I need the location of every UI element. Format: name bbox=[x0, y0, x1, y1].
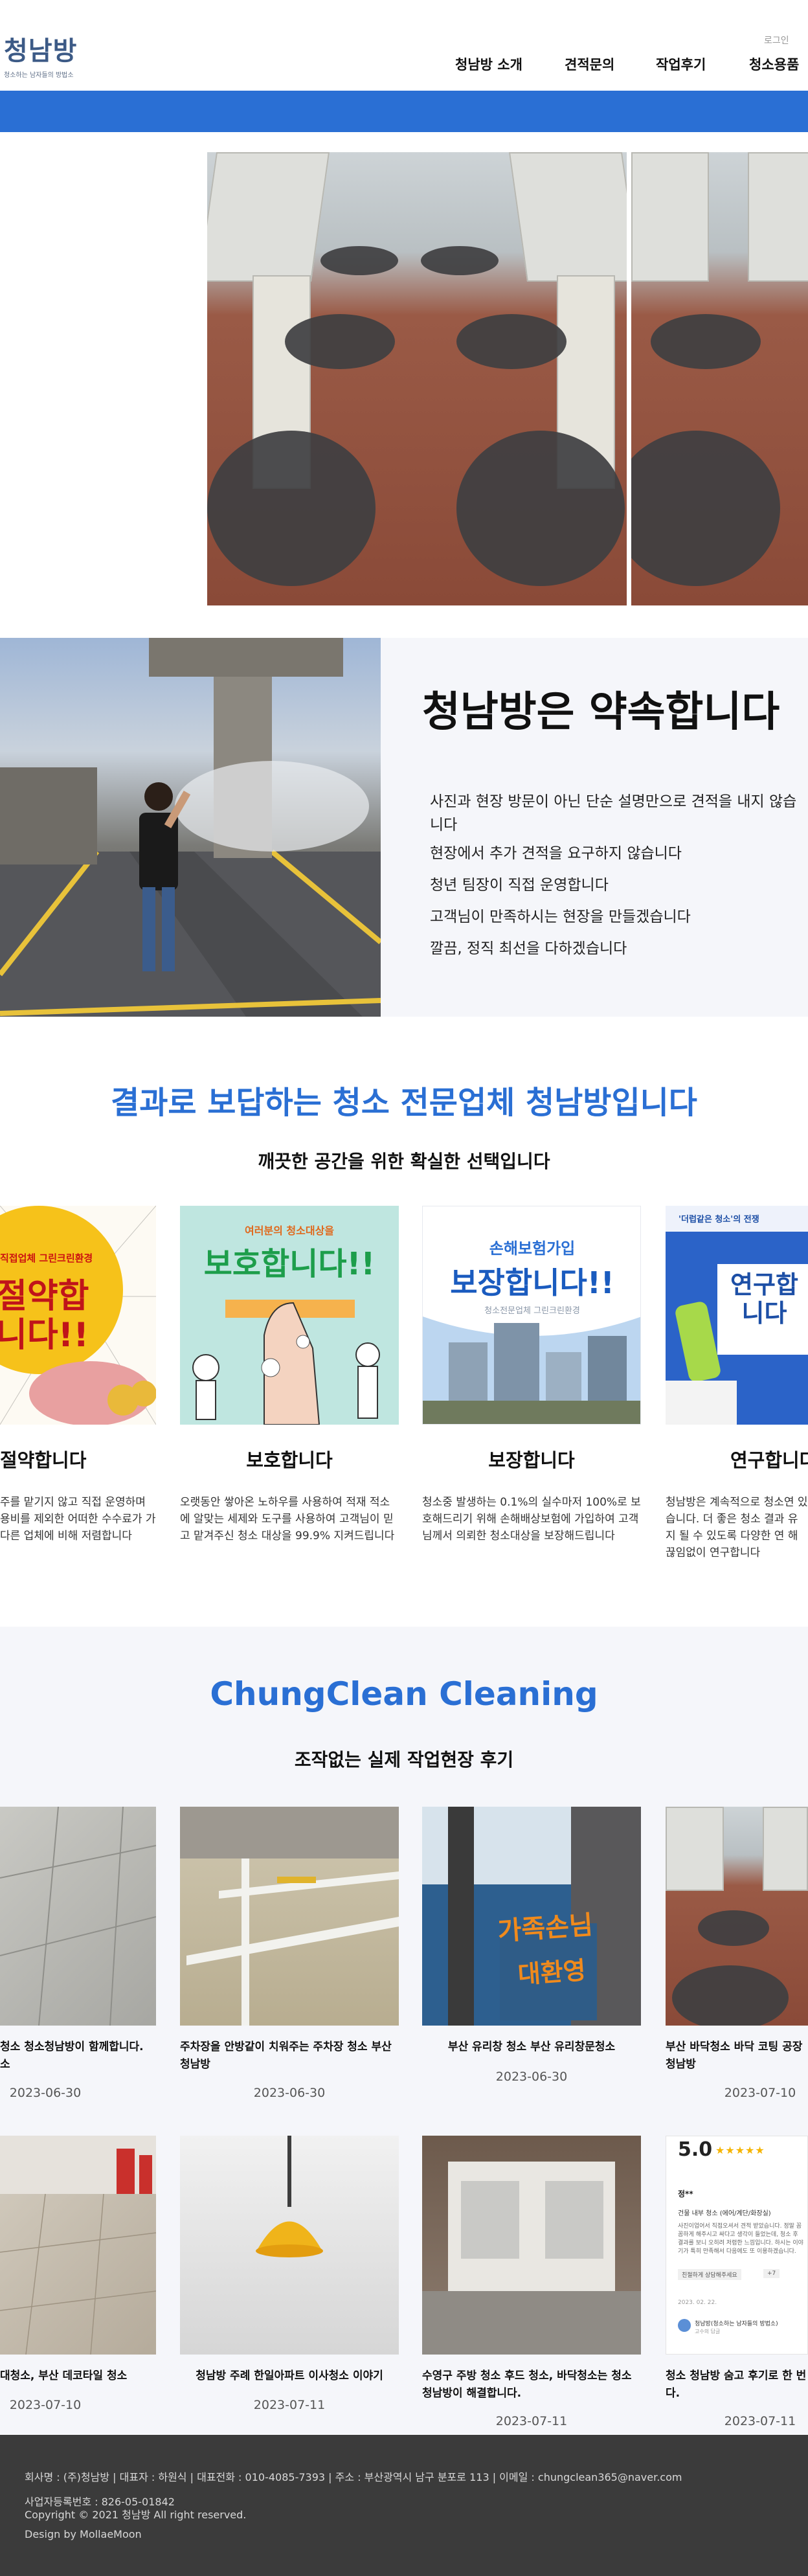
review-date: 2023-06-30 bbox=[253, 2086, 326, 2100]
footer-copyright: Copyright © 2021 청남방 All right reserved. bbox=[25, 2509, 247, 2521]
hero-image-main bbox=[207, 152, 627, 605]
review-date: 2023-06-30 bbox=[495, 2070, 568, 2084]
logo-tagline: 청소하는 남자들의 방법소 bbox=[4, 72, 74, 79]
review-thumb[interactable] bbox=[0, 2136, 156, 2355]
nav-supplies[interactable]: 청소용품 bbox=[749, 54, 799, 74]
avatar bbox=[678, 2319, 691, 2332]
review-date: 2023-07-10 bbox=[724, 2086, 796, 2100]
star-rating-icon: ★★★★★ bbox=[715, 2144, 765, 2156]
review-caption[interactable]: 주차장을 안방같이 치워주는 주차장 청소 부산 청남방 bbox=[180, 2039, 399, 2073]
site-header: 청남방 청소하는 남자들의 방법소 로그인 청남방 소개 견적문의 작업후기 청… bbox=[0, 0, 808, 91]
promise-title: 청남방은 약속합니다 bbox=[422, 688, 780, 736]
promise-image bbox=[0, 638, 381, 1017]
features-subtitle: 깨끗한 공간을 위한 확실한 선택입니다 bbox=[258, 1151, 550, 1172]
tile-floor-photo bbox=[0, 1807, 156, 2026]
feature-card-image[interactable]: 여러분의 청소대상을 보호합니다!! bbox=[180, 1206, 399, 1425]
review-thumb[interactable] bbox=[422, 2136, 641, 2355]
review-caption[interactable]: 수영구 주방 청소 후드 청소, 바닥청소는 청소 청남방이 해결합니다. bbox=[422, 2367, 641, 2402]
reviews-subtitle: 조작없는 실제 작업현장 후기 bbox=[294, 1749, 514, 1770]
review-caption[interactable]: 청남방 주례 한일아파트 이사청소 이야기 bbox=[180, 2367, 399, 2385]
promise-line: 현장에서 추가 견적을 요구하지 않습니다 bbox=[430, 845, 682, 862]
feature-card-image[interactable]: 직접업체 그린크린환경 절약합니다!! bbox=[0, 1206, 156, 1425]
hero-image-side bbox=[631, 152, 808, 605]
parking-lot-photo bbox=[180, 1807, 399, 2026]
nav-estimate[interactable]: 견적문의 bbox=[565, 54, 614, 74]
review-caption[interactable]: 대청소, 부산 데코타일 청소 bbox=[0, 2367, 156, 2385]
nav-reviews[interactable]: 작업후기 bbox=[656, 54, 706, 74]
review-thumb[interactable] bbox=[180, 1807, 399, 2026]
promise-line: 사진과 현장 방문이 아닌 단순 설명만으로 견적을 내지 않습니다 bbox=[430, 793, 797, 833]
review-thumb[interactable]: 가족손님 대환영 bbox=[422, 1807, 641, 2026]
feature-card-desc: 오랫동안 쌓아온 노하우를 사용하여 적재 적소에 알맞는 세제와 도구를 사용… bbox=[180, 1496, 395, 1542]
features-title: 결과로 보답하는 청소 전문업체 청남방입니다 bbox=[111, 1085, 697, 1121]
promise-line: 청년 팀장이 직접 운영합니다 bbox=[430, 877, 609, 894]
feature-card-title: 연구합니다 bbox=[730, 1449, 808, 1471]
reviews-title: ChungClean Cleaning bbox=[210, 1675, 598, 1713]
login-link[interactable]: 로그인 bbox=[764, 34, 789, 47]
promise-line: 고객님이 만족하시는 현장을 만들겠습니다 bbox=[430, 909, 691, 925]
footer-company-info: 회사명 : (주)청남방 | 대표자 : 하원식 | 대표전화 : 010-40… bbox=[25, 2471, 682, 2483]
yellow-lamp-photo bbox=[256, 2136, 323, 2257]
site-logo[interactable]: 청남방 청소하는 남자들의 방법소 bbox=[4, 36, 82, 87]
review-date: 2023-06-30 bbox=[9, 2086, 82, 2100]
site-footer: 회사명 : (주)청남방 | 대표자 : 하원식 | 대표전화 : 010-40… bbox=[0, 2435, 808, 2576]
nav-about[interactable]: 청남방 소개 bbox=[455, 54, 522, 74]
kitchen-photo bbox=[422, 2162, 641, 2355]
feature-card-title: 절약합니다 bbox=[0, 1449, 87, 1471]
feature-card-title: 보호합니다 bbox=[246, 1449, 333, 1471]
review-caption[interactable]: 부산 바닥청소 바닥 코팅 공장 청남방 bbox=[666, 2039, 808, 2073]
deco-tile-photo bbox=[0, 2136, 156, 2355]
review-thumb[interactable] bbox=[180, 2136, 399, 2355]
review-thumb[interactable] bbox=[666, 1807, 808, 2026]
feature-card-image[interactable]: '더럽같은 청소'의 전쟁 연구합니다 bbox=[666, 1206, 808, 1425]
worker-scene-illustration bbox=[0, 638, 381, 1017]
feature-card-image[interactable]: 손해보험가입 보장합니다!! 청소전문업체 그린크린환경 bbox=[422, 1206, 641, 1425]
review-thumb[interactable] bbox=[0, 1807, 156, 2026]
feature-card-title: 보장합니다 bbox=[488, 1449, 575, 1471]
review-date: 2023-07-11 bbox=[253, 2398, 326, 2412]
review-date: 2023-07-11 bbox=[495, 2414, 568, 2428]
header-accent-band bbox=[0, 91, 808, 132]
logo-text: 청남방 bbox=[4, 36, 78, 66]
feature-card-desc: 청남방은 계속적으로 청소연 있습니다. 더 좋은 청소 결과 유지 될 수 있… bbox=[666, 1496, 808, 1559]
promise-line: 깔끔, 정직 최선을 다하겠습니다 bbox=[430, 940, 627, 957]
review-caption[interactable]: 청소 청남방 숨고 후기로 한 번 다. bbox=[666, 2367, 808, 2402]
footer-design-credit: Design by MollaeMoon bbox=[25, 2528, 142, 2540]
review-caption[interactable]: 청소 청소청남방이 함께합니다. 소 bbox=[0, 2039, 156, 2073]
review-caption[interactable]: 부산 유리창 청소 부산 유리창문청소 bbox=[422, 2039, 641, 2056]
review-date: 2023-07-10 bbox=[9, 2398, 82, 2412]
review-thumb[interactable]: 5.0 ★★★★★ 정** 건물 내부 청소 (에어/계단/화장실) 사진이업어… bbox=[666, 2136, 808, 2355]
feature-card-desc: 주를 맡기지 않고 직접 운영하며 용비를 제외한 어떠한 수수료가 가 다른 … bbox=[0, 1496, 156, 1542]
feature-card-desc: 청소중 발생하는 0.1%의 실수마저 100%로 보호해드리기 위해 손해배상… bbox=[422, 1496, 641, 1542]
review-date: 2023-07-11 bbox=[724, 2414, 796, 2428]
